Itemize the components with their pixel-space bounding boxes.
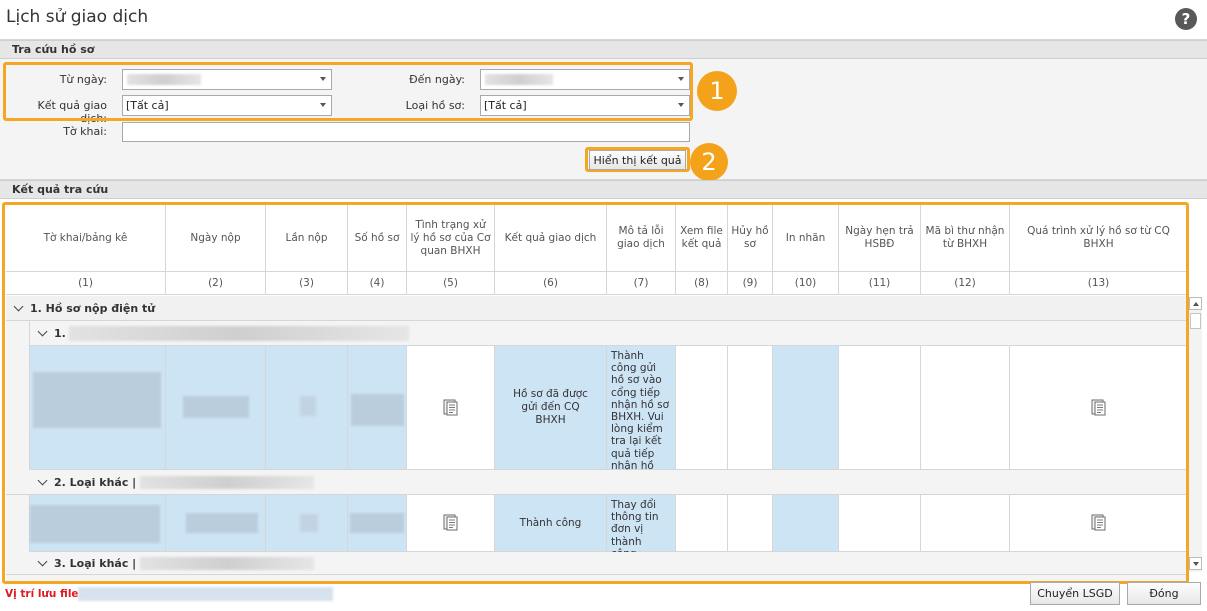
step-badge-2: 2 bbox=[690, 143, 728, 181]
form-input[interactable] bbox=[122, 122, 690, 142]
scroll-up-button[interactable] bbox=[1189, 297, 1202, 310]
highlight-box-results bbox=[2, 202, 1189, 584]
page-title: Lịch sử giao dịch bbox=[6, 7, 149, 27]
save-location-label: Vị trí lưu file: bbox=[5, 588, 83, 600]
arrow-up-icon bbox=[1193, 302, 1199, 306]
transfer-history-button[interactable]: Chuyển LSGD bbox=[1030, 582, 1120, 605]
show-results-button[interactable]: Hiển thị kết quả bbox=[589, 150, 686, 170]
scroll-thumb[interactable] bbox=[1190, 313, 1201, 329]
title-bar: Lịch sử giao dịch ? bbox=[0, 0, 1207, 40]
help-icon[interactable]: ? bbox=[1175, 8, 1197, 30]
results-section-header: Kết quả tra cứu bbox=[0, 180, 1207, 199]
arrow-down-icon bbox=[1193, 562, 1199, 566]
grid-scrollbar[interactable] bbox=[1188, 297, 1202, 572]
step-badge-1: 1 bbox=[697, 71, 737, 111]
close-button[interactable]: Đóng bbox=[1127, 582, 1201, 605]
save-location-path-redacted bbox=[78, 587, 333, 601]
form-label: Tờ khai: bbox=[63, 125, 107, 138]
scroll-down-button[interactable] bbox=[1189, 557, 1202, 570]
highlight-box-filters bbox=[3, 62, 693, 121]
search-section-header: Tra cứu hồ sơ bbox=[0, 40, 1207, 59]
